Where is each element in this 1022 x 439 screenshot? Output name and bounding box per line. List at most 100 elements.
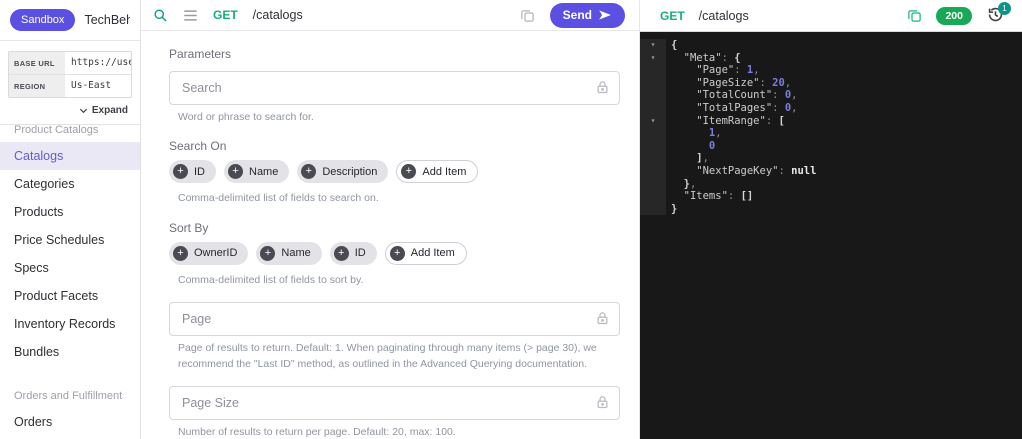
send-arrow-icon — [599, 10, 611, 20]
sidebar-nav: Product Catalogs Catalogs Categories Produc… — [0, 125, 140, 439]
sidebar-item-products[interactable]: Products — [0, 198, 140, 226]
chip-label: Description — [322, 165, 378, 178]
sidebar-item-catalogs[interactable]: Catalogs — [0, 142, 140, 170]
copy-request-button[interactable] — [520, 8, 535, 23]
connection-config-table: BASE URL https://useast-s REGION Us-East — [8, 51, 132, 98]
chip-id[interactable]: + ID — [169, 160, 216, 184]
sidebar-item-price-schedules[interactable]: Price Schedules — [0, 226, 140, 254]
code-line: "NextPageKey": null — [640, 164, 1022, 178]
add-icon: + — [401, 164, 417, 180]
org-name[interactable]: TechBehindM... — [84, 13, 130, 27]
fold-caret-icon[interactable]: ▾ — [640, 114, 666, 128]
page-input[interactable] — [169, 301, 620, 336]
code-text: "TotalCount": 0, — [671, 89, 798, 102]
history-button[interactable]: 1 — [986, 1, 1011, 27]
code-line: "Page": 1, — [640, 64, 1022, 77]
gutter — [640, 89, 666, 102]
search-on-hint: Comma-delimited list of fields to search… — [178, 192, 379, 205]
response-topbar: GET /catalogs 200 1 — [640, 0, 1022, 32]
chip-label: Add Item — [422, 165, 467, 178]
expand-toggle[interactable]: Expand — [0, 98, 140, 125]
request-panel: GET /catalogs Send Parameters Word or ph… — [141, 0, 639, 439]
response-body: ▾{▾ "Meta": { "Page": 1, "PageSize": 20,… — [640, 32, 1022, 439]
fold-caret-icon[interactable]: ▾ — [640, 39, 666, 52]
search-endpoints-button[interactable] — [153, 8, 168, 23]
code-text: 1, — [671, 127, 722, 140]
parameters-heading: Parameters — [169, 47, 232, 61]
code-line: "Items": [] — [640, 190, 1022, 203]
sidebar: Sandbox TechBehindM... BASE URL https://… — [0, 0, 141, 439]
chip-label: ID — [354, 247, 366, 260]
code-line: } — [640, 202, 1022, 216]
chip-name[interactable]: + Name — [256, 241, 322, 265]
nav-section-label-product-catalogs: Product Catalogs — [14, 125, 99, 136]
chip-label: Add Item — [410, 247, 455, 260]
code-text: "Items": [] — [671, 190, 754, 203]
chip-description[interactable]: + Description — [297, 160, 389, 184]
code-line: "TotalPages": 0, — [640, 101, 1022, 115]
sort-by-chips: + OwnerID + Name + ID + Add Item — [169, 241, 620, 265]
chip-id[interactable]: + ID — [329, 241, 377, 265]
sidebar-item-product-facets[interactable]: Product Facets — [0, 282, 140, 310]
search-field-wrap — [169, 71, 620, 105]
code-line: 0 — [640, 139, 1022, 153]
lock-icon[interactable] — [595, 311, 610, 326]
menu-button[interactable] — [183, 9, 198, 22]
gutter — [640, 152, 666, 165]
sidebar-item-inventory-records[interactable]: Inventory Records — [0, 310, 140, 338]
sidebar-item-categories[interactable]: Categories — [0, 170, 140, 198]
hamburger-menu-icon — [184, 9, 197, 21]
add-icon: + — [260, 245, 276, 261]
fold-caret-icon[interactable]: ▾ — [640, 51, 666, 65]
environment-badge[interactable]: Sandbox — [10, 9, 76, 31]
code-text: "NextPageKey": null — [671, 164, 817, 177]
search-input[interactable] — [169, 71, 620, 105]
send-button[interactable]: Send — [549, 2, 625, 28]
page-size-field-wrap — [169, 386, 620, 421]
add-item-chip[interactable]: + Add Item — [384, 241, 467, 265]
search-icon — [154, 8, 167, 22]
copy-response-button[interactable] — [907, 8, 922, 23]
chip-label: Name — [249, 165, 279, 178]
code-text: } — [671, 202, 678, 215]
code-line: "TotalCount": 0, — [640, 89, 1022, 102]
request-method: GET — [213, 8, 238, 22]
base-url-label: BASE URL — [9, 52, 65, 74]
add-icon: + — [173, 245, 188, 261]
base-url-value: https://useast-s — [71, 57, 131, 68]
sort-by-label: Sort By — [169, 220, 209, 235]
sort-by-hint: Comma-delimited list of fields to sort b… — [178, 273, 364, 286]
chip-ownerid[interactable]: + OwnerID — [169, 241, 249, 265]
page-field-wrap — [169, 301, 620, 336]
chip-name[interactable]: + Name — [224, 160, 290, 184]
code-text: "Meta": { — [671, 51, 741, 64]
sidebar-item-orders[interactable]: Orders — [0, 408, 140, 436]
lock-icon[interactable] — [595, 395, 610, 410]
gutter — [640, 164, 666, 178]
gutter — [640, 202, 666, 216]
region-row: REGION Us-East — [9, 74, 131, 97]
gutter — [640, 190, 666, 203]
page-size-hint: Number of results to return per page. De… — [178, 426, 456, 439]
code-text: }, — [671, 177, 697, 190]
code-line: }, — [640, 177, 1022, 191]
response-method: GET — [660, 8, 685, 23]
history-count-badge: 1 — [998, 1, 1011, 15]
add-item-chip[interactable]: + Add Item — [396, 160, 479, 184]
chip-label: Name — [281, 247, 311, 260]
sidebar-header: Sandbox TechBehindM... — [0, 0, 140, 41]
lock-icon[interactable] — [595, 80, 610, 95]
code-line: "PageSize": 20, — [640, 76, 1022, 90]
base-url-row: BASE URL https://useast-s — [9, 52, 131, 74]
response-path: /catalogs — [698, 8, 749, 23]
code-text: "PageSize": 20, — [671, 76, 792, 89]
page-size-input[interactable] — [169, 386, 620, 421]
chip-label: OwnerID — [194, 247, 238, 260]
sidebar-item-bundles[interactable]: Bundles — [0, 338, 140, 366]
request-path[interactable]: /catalogs — [253, 8, 303, 22]
gutter — [640, 139, 666, 153]
code-text: ], — [671, 152, 709, 165]
sidebar-item-specs[interactable]: Specs — [0, 254, 140, 282]
gutter — [640, 76, 666, 90]
copy-icon — [908, 10, 922, 22]
